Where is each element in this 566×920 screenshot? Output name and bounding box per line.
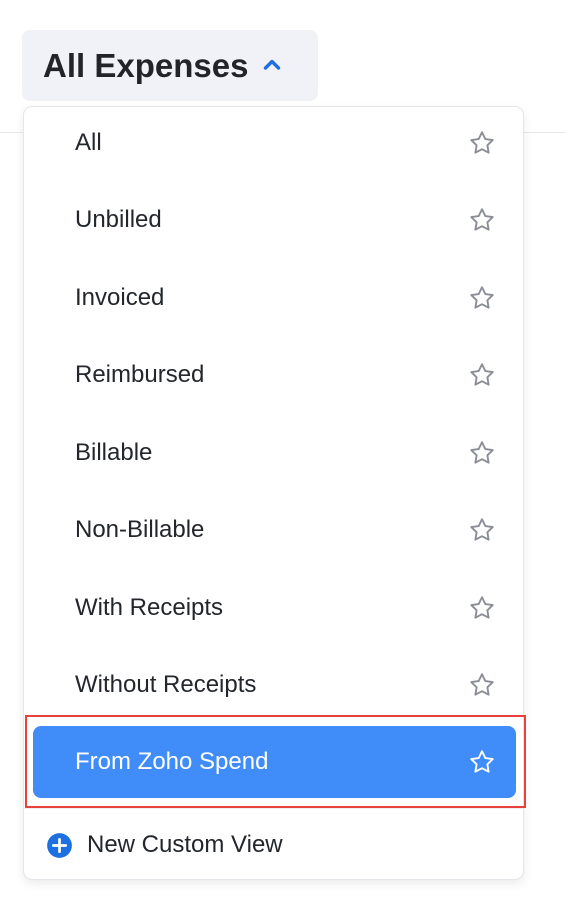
view-option-label: All	[75, 129, 102, 156]
star-icon[interactable]	[468, 516, 496, 544]
star-icon[interactable]	[468, 206, 496, 234]
view-option-with-receipts[interactable]: With Receipts	[33, 572, 516, 644]
new-custom-view-label: New Custom View	[87, 831, 283, 858]
view-option-label: With Receipts	[75, 594, 224, 621]
chevron-up-icon	[260, 53, 284, 77]
expense-view-selector[interactable]: All Expenses	[22, 30, 318, 101]
view-option-non-billable[interactable]: Non-Billable	[33, 494, 516, 566]
star-icon[interactable]	[468, 284, 496, 312]
view-option-label: From Zoho Spend	[75, 748, 269, 775]
view-option-label: Billable	[75, 439, 153, 466]
view-dropdown-menu: All Unbilled Invoiced Reimbursed Billabl…	[23, 106, 526, 880]
new-custom-view-button[interactable]: New Custom View	[46, 819, 283, 871]
view-option-label: Unbilled	[75, 206, 162, 233]
view-option-reimbursed[interactable]: Reimbursed	[33, 339, 516, 411]
view-option-all[interactable]: All	[33, 107, 516, 179]
view-option-unbilled[interactable]: Unbilled	[33, 184, 516, 256]
star-icon[interactable]	[468, 361, 496, 389]
menu-divider	[24, 808, 523, 809]
star-icon[interactable]	[468, 671, 496, 699]
expenses-view-page: All Expenses All Unbilled Invoiced Reimb…	[0, 0, 566, 920]
view-option-label: Non-Billable	[75, 516, 205, 543]
star-icon[interactable]	[468, 748, 496, 776]
view-option-label: Reimbursed	[75, 361, 205, 388]
plus-circle-icon	[46, 832, 73, 859]
view-option-invoiced[interactable]: Invoiced	[33, 262, 516, 334]
view-option-without-receipts[interactable]: Without Receipts	[33, 649, 516, 721]
view-option-label: Without Receipts	[75, 671, 257, 698]
star-icon[interactable]	[468, 129, 496, 157]
star-icon[interactable]	[468, 594, 496, 622]
view-option-from-zoho-spend[interactable]: From Zoho Spend	[33, 726, 516, 798]
view-option-label: Invoiced	[75, 284, 165, 311]
page-title: All Expenses	[43, 46, 249, 84]
view-option-billable[interactable]: Billable	[33, 417, 516, 489]
star-icon[interactable]	[468, 439, 496, 467]
